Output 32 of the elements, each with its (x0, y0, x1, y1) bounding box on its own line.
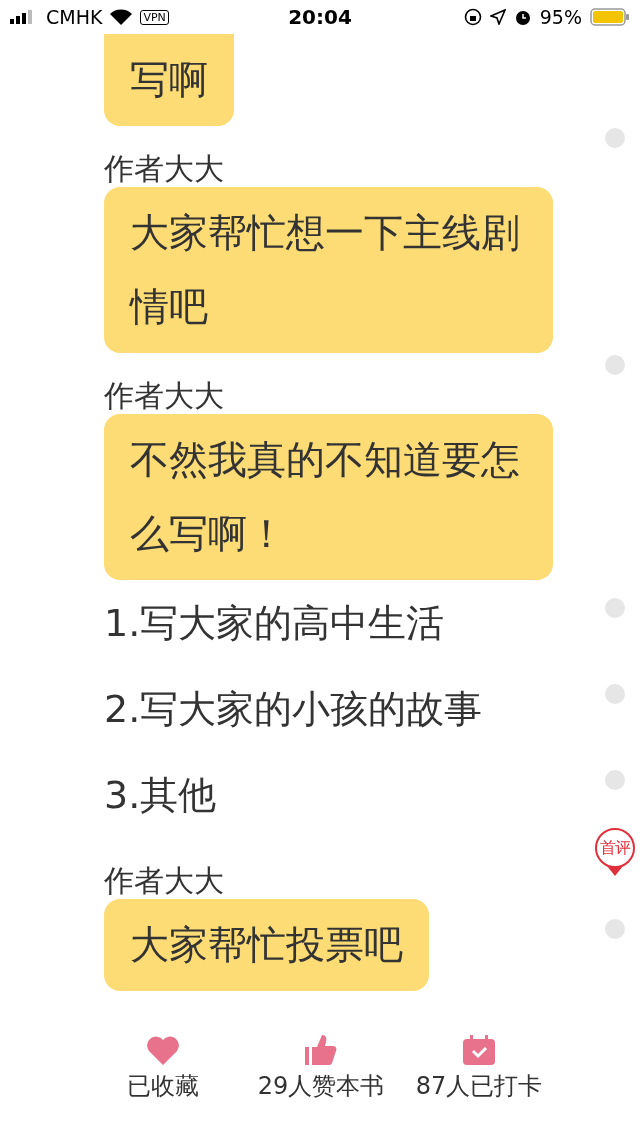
heart-icon (146, 1035, 180, 1065)
thumbs-up-icon (305, 1035, 337, 1065)
message-text: 1.写大家的高中生活 (104, 600, 445, 647)
action-label[interactable]: 87人已打卡 (415, 1071, 543, 1101)
rotation-lock-icon (463, 8, 482, 26)
battery-icon (590, 8, 630, 26)
comment-dot[interactable] (605, 684, 625, 704)
comment-dot[interactable] (605, 770, 625, 790)
message-bubble: 大家帮忙投票吧 (104, 899, 429, 991)
carrier-name: CMHK (46, 6, 103, 28)
author-name: 作者大大 (104, 151, 224, 187)
calendar-check-icon (463, 1035, 495, 1065)
action-label[interactable]: 已收藏 (127, 1071, 199, 1101)
first-comment-badge[interactable]: 首评 (595, 828, 635, 868)
location-icon (489, 9, 506, 25)
message-text: 2.写大家的小孩的故事 (104, 686, 483, 733)
comment-dot[interactable] (605, 355, 625, 375)
message-bubble: 大家帮忙想一下主线剧情吧 (104, 187, 553, 353)
author-name: 作者大大 (104, 378, 224, 414)
alarm-icon (513, 8, 532, 26)
author-name: 作者大大 (104, 863, 224, 899)
battery-percent: 95% (539, 6, 582, 28)
message-bubble: 写啊 (104, 34, 234, 126)
clock: 20:04 (288, 5, 352, 29)
message-text: 3.其他 (104, 772, 217, 819)
comment-dot[interactable] (605, 128, 625, 148)
vpn-indicator: VPN (140, 9, 169, 25)
message-bubble: 不然我真的不知道要怎么写啊！ (104, 414, 553, 580)
comment-dot[interactable] (605, 919, 625, 939)
action-label[interactable]: 29人赞本书 (257, 1071, 385, 1101)
comment-dot[interactable] (605, 598, 625, 618)
wifi-icon (110, 9, 133, 25)
